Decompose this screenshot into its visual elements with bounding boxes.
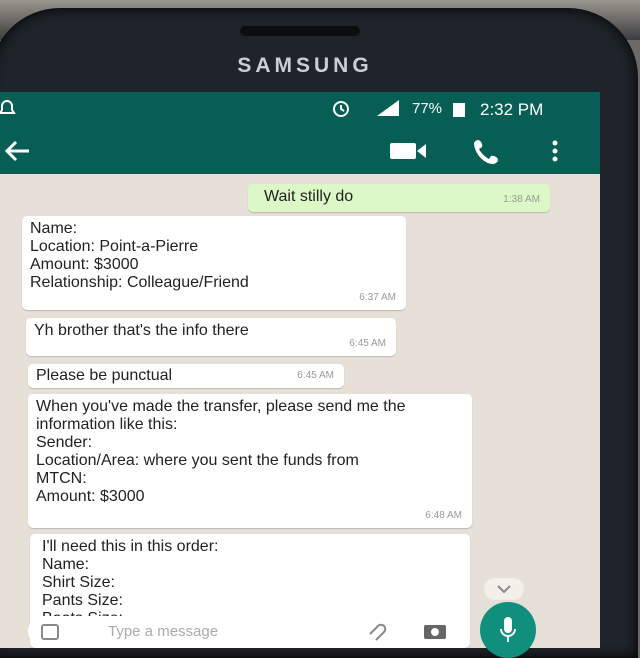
chat-header <box>0 126 600 174</box>
battery-percent: 77% <box>412 100 443 117</box>
earpiece-speaker <box>240 26 360 36</box>
alarm-icon <box>330 98 352 122</box>
battery-icon <box>452 101 466 121</box>
message-time: 6:37 AM <box>359 292 396 303</box>
message-time: 6:45 AM <box>349 338 386 349</box>
mic-icon <box>498 615 518 650</box>
attach-icon[interactable] <box>366 622 390 647</box>
brand-logo: SAMSUNG <box>237 54 373 77</box>
more-vert-icon[interactable] <box>550 140 560 167</box>
phone-screen: 77% 2:32 PM Wait stilly do 1:38 AM Name:… <box>0 92 600 648</box>
message-time: 6:48 AM <box>425 510 462 521</box>
message-bubble-outgoing: Wait stilly do 1:38 AM <box>248 184 550 212</box>
message-text: Name: Location: Point-a-Pierre Amount: $… <box>30 220 249 291</box>
message-input-bar[interactable]: Type a message <box>28 616 468 646</box>
message-time: 1:38 AM <box>503 194 540 205</box>
message-bubble-incoming: When you've made the transfer, please se… <box>28 394 472 528</box>
camera-icon[interactable] <box>422 621 448 646</box>
message-bubble-incoming: Yh brother that's the info there 6:45 AM <box>26 318 396 356</box>
mic-button[interactable] <box>480 602 536 658</box>
video-call-icon[interactable] <box>388 140 428 167</box>
emoji-icon[interactable] <box>40 622 60 647</box>
message-bubble-incoming: Name: Location: Point-a-Pierre Amount: $… <box>22 216 406 310</box>
message-text: Wait stilly do <box>264 188 354 205</box>
scroll-down-button[interactable] <box>484 578 524 600</box>
message-text: Yh brother that's the info there <box>34 322 249 339</box>
back-arrow-icon[interactable] <box>2 138 32 169</box>
message-input[interactable]: Type a message <box>108 623 218 640</box>
message-bubble-incoming: Please be punctual 6:45 AM <box>28 364 344 388</box>
message-text: When you've made the transfer, please se… <box>36 398 406 505</box>
signal-icon <box>375 98 401 122</box>
message-time: 6:45 AM <box>297 370 334 381</box>
phone-body: SAMSUNG 77% 2:32 PM Wait stilly do 1:38 … <box>0 8 638 658</box>
chat-area: Wait stilly do 1:38 AM Name: Location: P… <box>0 174 600 648</box>
notification-icon <box>0 98 18 122</box>
phone-icon[interactable] <box>472 136 506 171</box>
status-bar: 77% 2:32 PM <box>0 92 600 126</box>
clock: 2:32 PM <box>480 100 544 119</box>
